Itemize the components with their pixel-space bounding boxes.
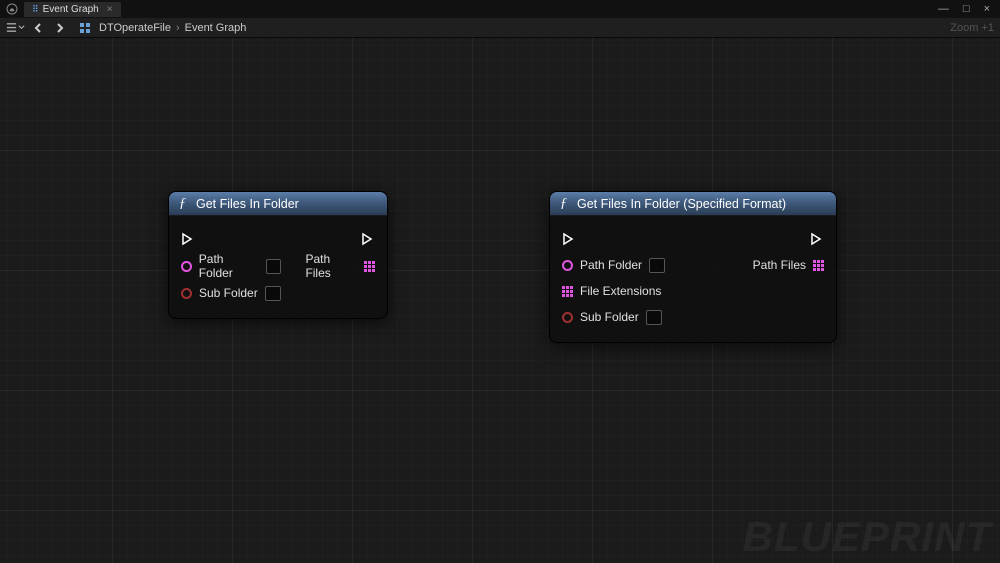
exec-in-pin[interactable] [562, 232, 576, 246]
pin-label-path-folder: Path Folder [199, 252, 259, 280]
breadcrumb-separator: › [176, 22, 180, 34]
zoom-indicator: Zoom +1 [950, 22, 994, 34]
string-pin-icon[interactable] [181, 261, 192, 272]
node-get-files-in-folder-specified-format[interactable]: ƒ Get Files In Folder (Specified Format) [549, 191, 837, 343]
blueprint-tab-icon: ⠿ [32, 4, 39, 15]
exec-out-pin[interactable] [810, 232, 824, 246]
blueprint-breadcrumb-icon[interactable] [79, 22, 91, 34]
tab-close-icon[interactable]: × [107, 4, 113, 15]
node-header[interactable]: ƒ Get Files In Folder [169, 192, 387, 216]
blueprint-watermark: BLUEPRINT [743, 513, 992, 561]
pin-label-sub-folder: Sub Folder [580, 310, 639, 324]
exec-out-pin[interactable] [361, 232, 375, 246]
window-close-button[interactable]: × [984, 3, 990, 15]
unreal-logo-icon [6, 3, 18, 15]
node-title: Get Files In Folder (Specified Format) [577, 197, 786, 211]
array-pin-icon[interactable] [813, 260, 824, 271]
graph-canvas[interactable]: ƒ Get Files In Folder Path [0, 38, 1000, 563]
window-maximize-button[interactable]: □ [963, 3, 970, 15]
node-get-files-in-folder[interactable]: ƒ Get Files In Folder Path [168, 191, 388, 319]
array-pin-icon[interactable] [562, 286, 573, 297]
pin-label-path-files: Path Files [305, 252, 357, 280]
string-pin-icon[interactable] [562, 260, 573, 271]
bool-pin-icon[interactable] [562, 312, 573, 323]
pin-label-file-extensions: File Extensions [580, 284, 661, 298]
checkbox-input[interactable] [646, 310, 662, 325]
nav-back-button[interactable] [33, 22, 45, 34]
node-header[interactable]: ƒ Get Files In Folder (Specified Format) [550, 192, 836, 216]
pin-label-path-folder: Path Folder [580, 258, 642, 272]
hamburger-icon[interactable] [6, 22, 25, 33]
breadcrumb-leaf[interactable]: Event Graph [185, 22, 247, 34]
bool-pin-icon[interactable] [181, 288, 192, 299]
checkbox-input[interactable] [265, 286, 281, 301]
text-input[interactable] [266, 259, 282, 274]
pin-label-sub-folder: Sub Folder [199, 286, 258, 300]
function-icon: ƒ [179, 196, 186, 212]
node-title: Get Files In Folder [196, 197, 299, 211]
tab-event-graph[interactable]: ⠿ Event Graph × [24, 2, 121, 17]
title-bar: ⠿ Event Graph × — □ × [0, 0, 1000, 18]
toolbar: DTOperateFile › Event Graph Zoom +1 [0, 18, 1000, 38]
pin-label-path-files: Path Files [753, 258, 806, 272]
nav-forward-button[interactable] [53, 22, 65, 34]
array-pin-icon[interactable] [364, 261, 375, 272]
exec-in-pin[interactable] [181, 232, 195, 246]
breadcrumb-root[interactable]: DTOperateFile [99, 22, 171, 34]
window-minimize-button[interactable]: — [938, 3, 949, 15]
function-icon: ƒ [560, 196, 567, 212]
text-input[interactable] [649, 258, 665, 273]
tab-label: Event Graph [43, 4, 99, 15]
